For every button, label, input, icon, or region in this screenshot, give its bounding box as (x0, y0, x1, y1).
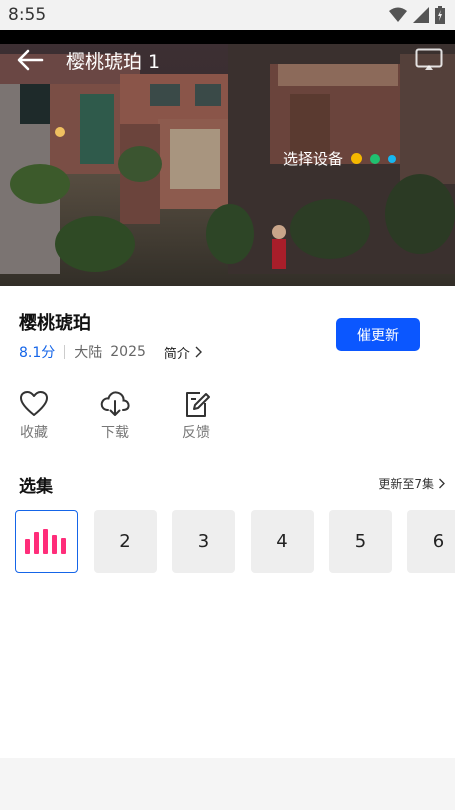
wifi-icon (389, 7, 407, 22)
device-dot-blue (388, 154, 397, 163)
action-row: 收藏 下载 反馈 (0, 390, 455, 450)
feedback-label: 反馈 (182, 425, 210, 441)
heart-icon (20, 391, 48, 416)
chevron-right-icon (195, 346, 202, 358)
intro-label: 简介 (163, 346, 190, 362)
playing-bars-icon (24, 528, 66, 554)
show-score: 8.1分 (19, 345, 56, 361)
cast-screen-icon[interactable] (415, 48, 443, 72)
status-time: 8:55 (8, 5, 47, 25)
player-title: 樱桃琥珀 1 (66, 51, 161, 73)
episode-item[interactable]: 5 (329, 510, 392, 573)
urge-update-button[interactable]: 催更新 (336, 318, 420, 351)
device-dot-green (370, 153, 381, 164)
episode-current[interactable] (15, 510, 78, 573)
status-icons (389, 6, 445, 24)
episode-item[interactable]: 3 (172, 510, 235, 573)
favorite-button[interactable]: 收藏 (4, 390, 64, 442)
detail-panel: 樱桃琥珀 8.1分 大陆 2025 简介 催更新 收藏 下载 反馈 选集 更新至… (0, 286, 455, 758)
download-label: 下载 (101, 425, 129, 441)
show-meta: 8.1分 大陆 2025 简介 (19, 342, 202, 362)
video-player[interactable]: 樱桃琥珀 1 选择设备 (0, 30, 455, 286)
feedback-button[interactable]: 反馈 (166, 390, 226, 442)
signal-icon (413, 7, 429, 23)
episodes-title: 选集 (19, 477, 53, 497)
episode-item[interactable]: 6 (407, 510, 455, 573)
show-title: 樱桃琥珀 (19, 313, 91, 334)
select-device-label: 选择设备 (283, 150, 344, 168)
episode-list: 2 3 4 5 6 (15, 510, 455, 574)
device-dot-yellow (351, 153, 363, 164)
select-device-button[interactable]: 选择设备 (283, 148, 397, 169)
feedback-icon (186, 392, 210, 417)
favorite-label: 收藏 (20, 425, 48, 441)
episode-item[interactable]: 2 (93, 510, 157, 573)
status-bar: 8:55 (0, 0, 455, 30)
download-icon (100, 391, 130, 416)
chevron-right-icon (439, 478, 445, 489)
episodes-update-link[interactable]: 更新至7集 (378, 475, 445, 492)
show-year: 2025 (110, 344, 146, 360)
show-region: 大陆 (74, 345, 103, 361)
meta-divider (64, 345, 66, 359)
download-button[interactable]: 下载 (85, 390, 145, 442)
intro-link[interactable]: 简介 (164, 343, 202, 362)
episodes-update-text: 更新至7集 (378, 477, 434, 491)
back-arrow-icon[interactable] (14, 46, 46, 74)
battery-icon (435, 6, 445, 24)
episode-item[interactable]: 4 (250, 510, 314, 573)
